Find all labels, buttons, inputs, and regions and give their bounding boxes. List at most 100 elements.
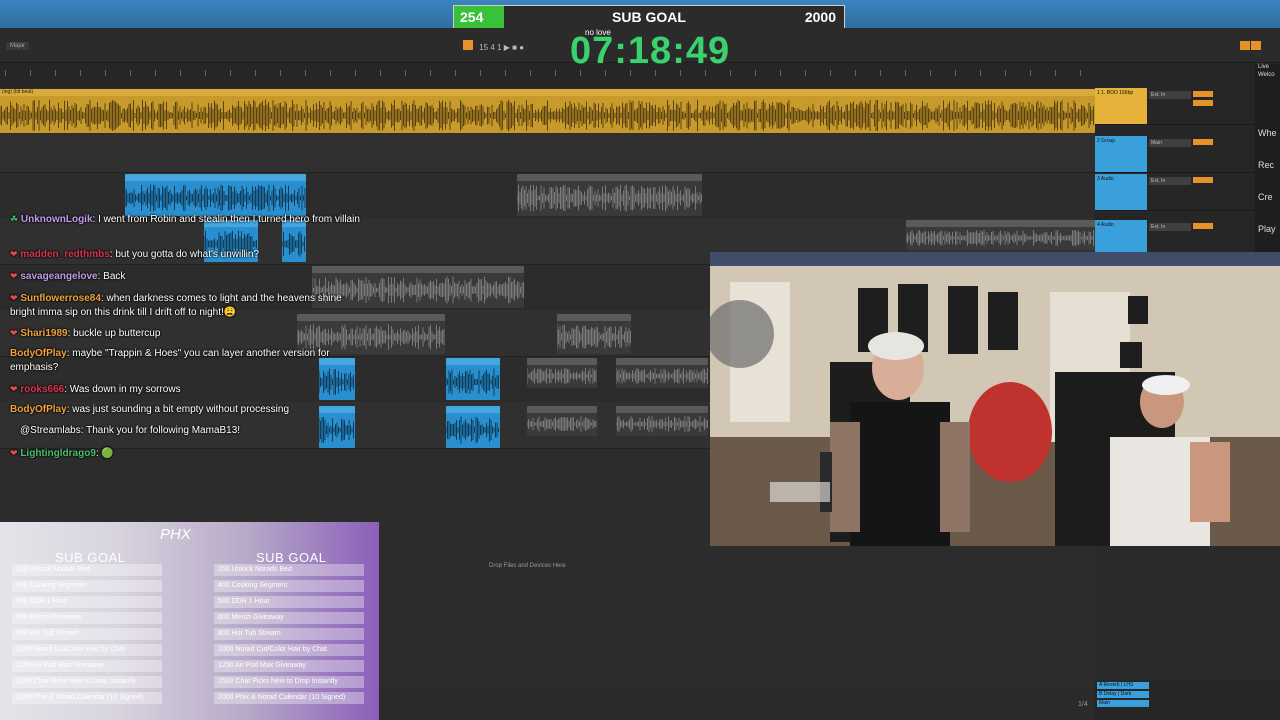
goal-item: 1250 Air Pod Max Giveaway <box>12 660 162 672</box>
return-track[interactable]: B Delay | Dark <box>1097 691 1149 698</box>
volume-control[interactable] <box>1193 223 1213 229</box>
chat-message: ❤ madden_redthmbs: but you gotta do what… <box>10 247 360 262</box>
input-select[interactable]: Ext. In <box>1149 177 1191 185</box>
chat-username: rooks666 <box>20 384 65 395</box>
help-view-panel: Live Welco Whe Rec Cre Play <box>1255 64 1280 254</box>
help-item[interactable]: Cre <box>1258 192 1273 202</box>
input-select[interactable]: Main <box>1149 139 1191 147</box>
transport-num: 1 <box>497 43 502 52</box>
chat-text: : 🟢 <box>95 448 114 459</box>
audio-clip[interactable] <box>557 314 631 354</box>
key-map-button[interactable] <box>1240 41 1250 50</box>
chat-message: BodyOfPlay: was just sounding a bit empt… <box>10 403 360 417</box>
ruler-tick <box>805 70 806 76</box>
waveform <box>527 416 597 432</box>
ruler-tick <box>305 70 306 76</box>
mixer-track[interactable]: 1 1. BOO 166bp Ext. In <box>1095 88 1255 125</box>
chat-username: UnknownLogik <box>20 214 93 225</box>
help-item[interactable]: Whe <box>1258 128 1277 138</box>
stop-icon[interactable]: ■ <box>512 43 517 52</box>
audio-clip[interactable] <box>527 406 597 436</box>
ruler-tick <box>955 70 956 76</box>
goal-item: 800 Hot Tub Stream <box>214 628 364 640</box>
record-icon[interactable]: ● <box>519 43 524 52</box>
waveform <box>616 415 708 433</box>
scale-selector[interactable]: Major <box>6 42 30 50</box>
chat-username: madden_redthmbs <box>20 249 110 260</box>
ruler-tick <box>530 70 531 76</box>
ruler-tick <box>430 70 431 76</box>
ruler-tick <box>180 70 181 76</box>
chat-text: : buckle up buttercup <box>67 328 161 339</box>
audio-clip[interactable] <box>517 174 702 216</box>
ruler-tick <box>55 70 56 76</box>
return-track[interactable]: A Reverb | LHS <box>1097 682 1149 689</box>
waveform <box>0 99 1094 132</box>
ruler-tick <box>680 70 681 76</box>
ruler-tick <box>105 70 106 76</box>
goal-item: 250 Unlock Norads Bed <box>214 564 364 576</box>
ruler-tick <box>705 70 706 76</box>
mixer-panel: 1 1. BOO 166bp Ext. In 2 Group Main 3 Au… <box>1095 64 1255 257</box>
chat-message: ❤ Shari1989: buckle up buttercup <box>10 326 360 341</box>
goal-item: 400 Cooking Segment <box>214 580 364 592</box>
chat-text: : I went from Robin and stealin then I t… <box>92 214 360 225</box>
ruler-tick <box>855 70 856 76</box>
chat-text: : but you gotta do what's unwillin? <box>109 249 260 260</box>
audio-clip[interactable] <box>125 174 306 216</box>
help-item[interactable]: Play <box>1258 224 1276 234</box>
ruler-tick <box>155 70 156 76</box>
chat-username: @Streamlabs <box>20 425 81 436</box>
input-select[interactable]: Ext. In <box>1149 91 1191 99</box>
goal-item: 400 Cooking Segment <box>12 580 162 592</box>
audio-clip[interactable] <box>616 358 708 388</box>
ruler-tick <box>1005 70 1006 76</box>
waveform <box>557 324 631 350</box>
midi-map-button[interactable] <box>1251 41 1261 50</box>
sub-goal-title: SUB GOAL <box>612 9 686 25</box>
chat-username: Lightingldrago9 <box>20 448 96 459</box>
volume-control[interactable] <box>1193 139 1213 145</box>
sub-goal-progress-bar: 254 SUB GOAL 2000 <box>453 5 845 29</box>
leaf-icon: ☘ <box>10 214 19 224</box>
page-counter: 1/4 <box>1078 701 1088 708</box>
audio-clip[interactable] <box>906 220 1095 250</box>
waveform <box>125 184 306 212</box>
pan-control[interactable] <box>1193 100 1213 106</box>
loop-icon[interactable] <box>463 40 473 50</box>
webcam-feed <box>710 252 1280 546</box>
drop-zone-hint: Drop Files and Devices Here <box>489 563 566 569</box>
ruler-tick <box>480 70 481 76</box>
goal-item: 800 Hot Tub Stream <box>12 628 162 640</box>
goal-item: 500 DDR 1 Hour <box>12 596 162 608</box>
master-track[interactable]: Main <box>1097 700 1149 707</box>
audio-clip[interactable] <box>616 406 708 436</box>
help-item[interactable]: Live <box>1258 64 1269 70</box>
webcam-scene <box>710 252 1280 546</box>
mixer-track[interactable]: 3 Audio Ext. In <box>1095 174 1255 211</box>
goal-item: 2000 Phix & Norad Calendar (10 Signed) <box>214 692 364 704</box>
audio-clip[interactable] <box>527 358 597 388</box>
ruler-tick <box>780 70 781 76</box>
play-icon[interactable]: ▶ <box>504 43 510 52</box>
ruler-tick <box>230 70 231 76</box>
audio-clip[interactable]: (ing) (bit beat) <box>0 89 1095 133</box>
input-select[interactable]: Ext. In <box>1149 223 1191 231</box>
goal-item: 1000 Norad Cut/Color Hair by Chat <box>214 644 364 656</box>
audio-clip[interactable] <box>446 358 500 400</box>
help-item[interactable]: Rec <box>1258 160 1274 170</box>
ruler-tick <box>630 70 631 76</box>
timeline-ruler[interactable] <box>0 64 1095 89</box>
chat-message: ❤ Lightingldrago9: 🟢 <box>10 446 360 461</box>
volume-control[interactable] <box>1193 177 1213 183</box>
goal-item: 500 DDR 1 Hour <box>214 596 364 608</box>
chat-text: : Thank you for following MamaB13! <box>80 425 241 436</box>
mixer-track[interactable]: 2 Group Main <box>1095 136 1255 173</box>
goal-heading: SUB GOAL <box>256 550 327 565</box>
transport-controls: 15 4 1 ▶ ■ ● <box>463 40 524 52</box>
help-item[interactable]: Welco <box>1258 72 1275 78</box>
chat-username: savageangelove <box>20 271 98 282</box>
audio-clip[interactable] <box>446 406 500 448</box>
transport-num: 15 <box>479 43 489 52</box>
volume-control[interactable] <box>1193 91 1213 97</box>
